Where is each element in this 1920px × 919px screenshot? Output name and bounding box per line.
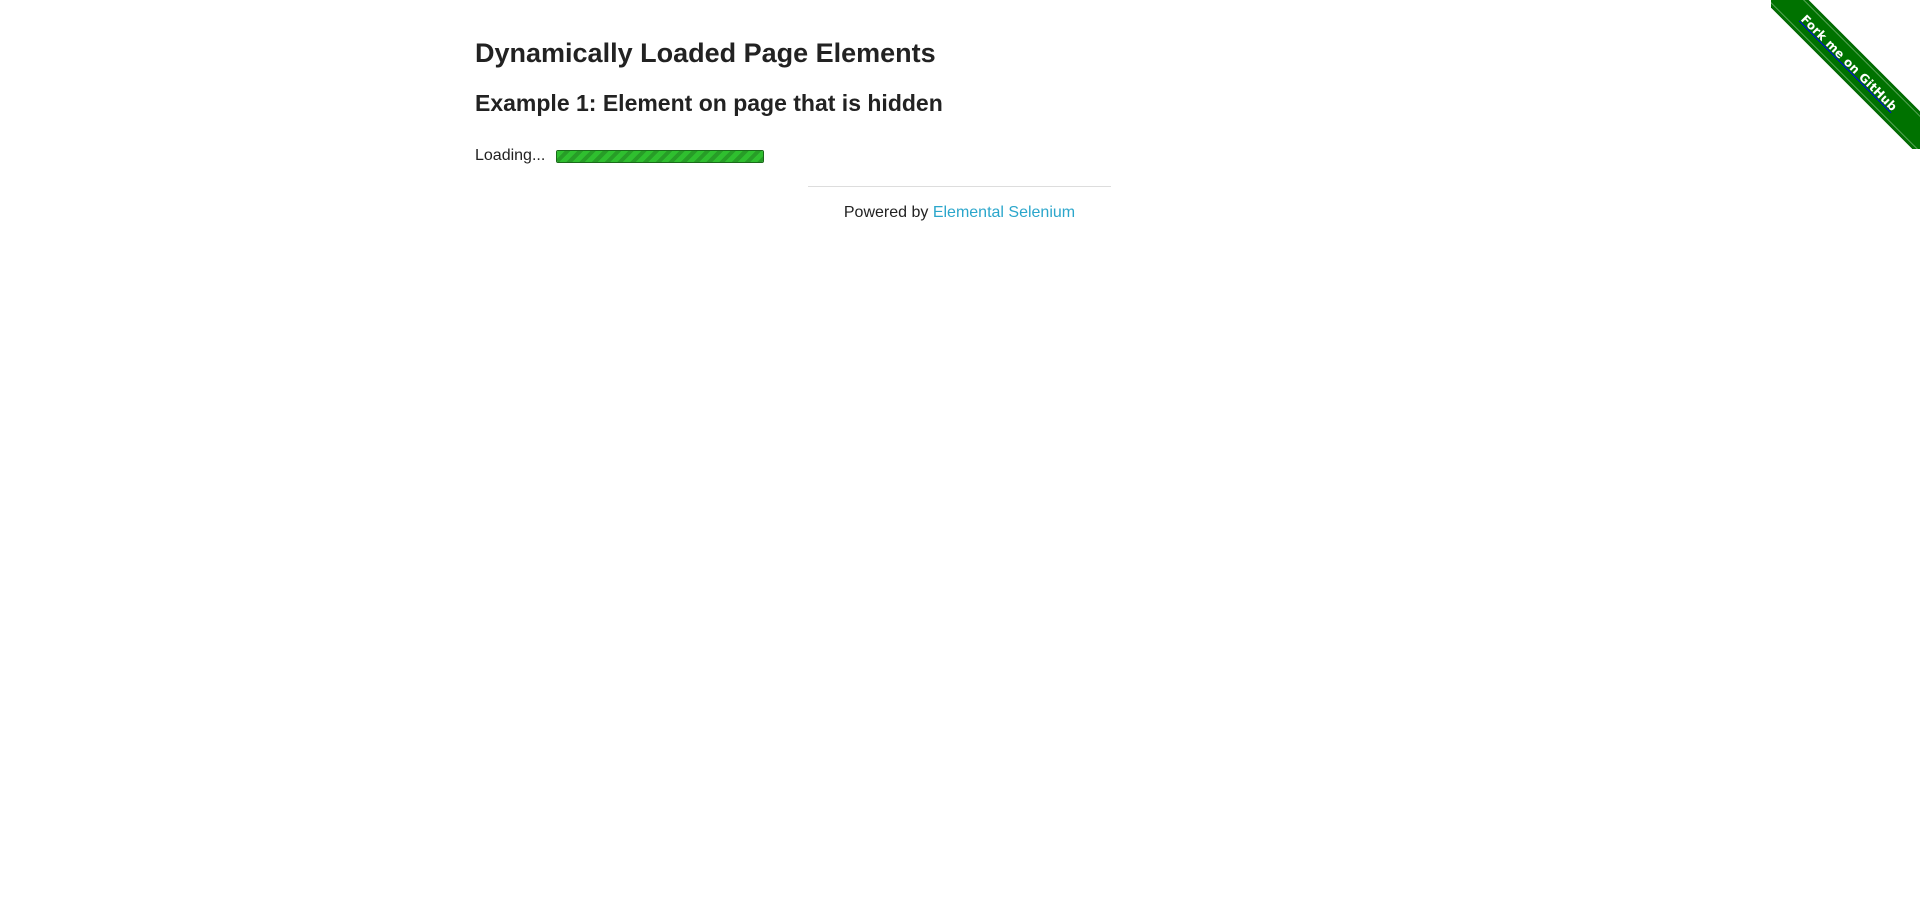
ribbon-label: Fork me on GitHub <box>1798 12 1900 114</box>
progress-bar-fill <box>557 150 764 162</box>
fork-me-on-github-link[interactable]: Fork me on GitHub <box>1771 0 1920 149</box>
github-ribbon: Fork me on GitHub <box>1771 0 1920 149</box>
progress-bar <box>556 149 765 163</box>
loading-indicator: Loading... <box>475 146 765 166</box>
page-title: Dynamically Loaded Page Elements <box>475 38 936 68</box>
example-title: Example 1: Element on page that is hidde… <box>475 90 943 116</box>
page-footer: Powered by Elemental Selenium <box>808 204 1111 222</box>
powered-by-label: Powered by <box>843 204 933 221</box>
footer-divider <box>808 186 1111 187</box>
loading-label: Loading... <box>475 147 546 164</box>
elemental-selenium-link[interactable]: Elemental Selenium <box>933 204 1075 221</box>
